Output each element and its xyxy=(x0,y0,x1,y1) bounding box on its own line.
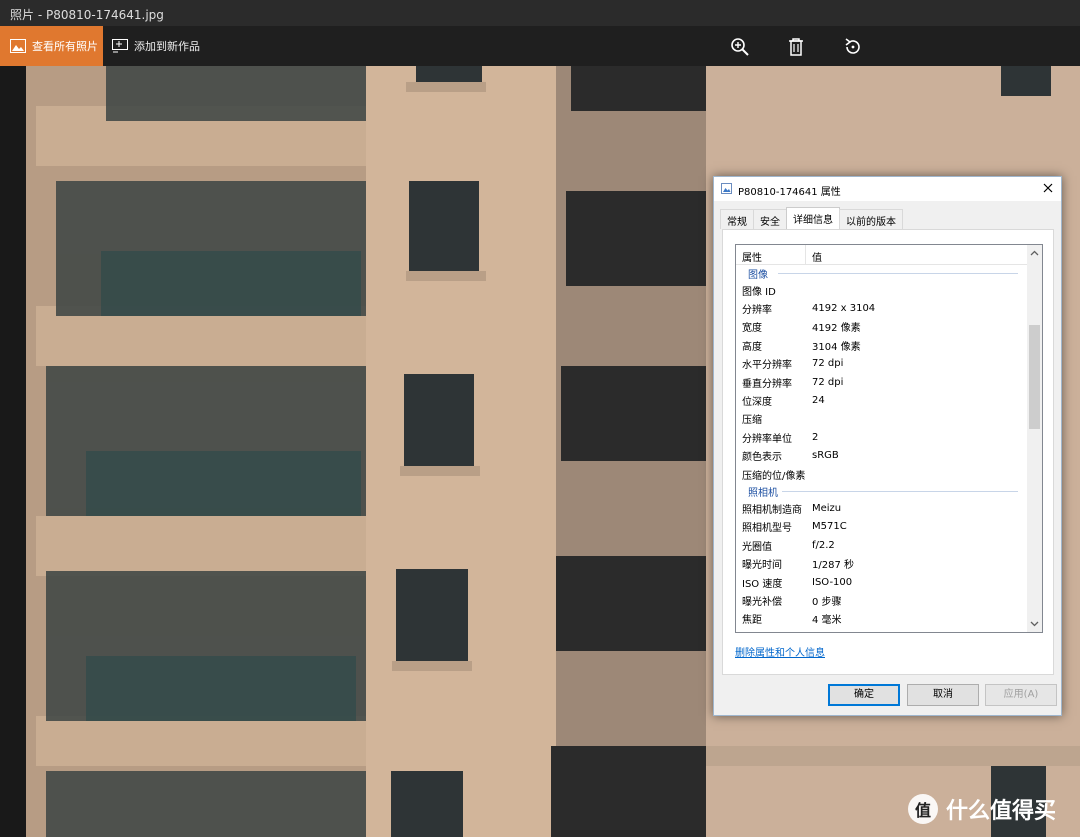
window-titlebar: 照片 - P80810-174641.jpg xyxy=(0,0,1080,26)
group-label: 照相机 xyxy=(748,488,782,500)
list-item[interactable]: 垂直分辨率 72 dpi xyxy=(736,373,1028,391)
add-to-creation-label: 添加到新作品 xyxy=(134,40,200,53)
property-name: 分辨率 xyxy=(742,305,772,317)
property-name: 曝光补偿 xyxy=(742,596,782,608)
list-item[interactable]: 水平分辨率 72 dpi xyxy=(736,355,1028,373)
group-header: 照相机 xyxy=(736,483,1028,500)
property-name: 宽度 xyxy=(742,323,762,335)
list-item[interactable]: 颜色表示 sRGB xyxy=(736,447,1028,465)
photo-icon xyxy=(10,39,26,53)
scroll-up-icon[interactable] xyxy=(1030,249,1039,258)
details-list[interactable]: 属性 值 图像图像 ID 分辨率 4192 x 3104 宽度 4192 像素高度 310… xyxy=(735,244,1043,633)
property-value: 4192 像素 xyxy=(812,323,861,335)
property-name: 分辨率单位 xyxy=(742,433,792,445)
list-item[interactable]: 分辨率 4192 x 3104 xyxy=(736,299,1028,317)
column-header-value[interactable]: 值 xyxy=(806,245,828,264)
group-header: 图像 xyxy=(736,265,1028,281)
property-name: 垂直分辨率 xyxy=(742,378,792,390)
list-item[interactable]: 图像 ID xyxy=(736,281,1028,299)
column-header-property[interactable]: 属性 xyxy=(736,245,806,264)
property-value: 24 xyxy=(812,395,825,407)
property-value: 72 dpi xyxy=(812,376,844,388)
list-item[interactable]: 照相机型号 M571C xyxy=(736,518,1028,536)
delete-icon[interactable] xyxy=(785,36,807,58)
list-item[interactable]: 位深度 24 xyxy=(736,391,1028,409)
property-name: 高度 xyxy=(742,341,762,353)
property-value: ISO-100 xyxy=(812,576,853,588)
property-name: 曝光时间 xyxy=(742,560,782,572)
dialog-tabs: 常规 安全 详细信息 以前的版本 xyxy=(720,207,903,229)
property-name: 照相机制造商 xyxy=(742,504,802,516)
list-item[interactable]: 曝光时间 1/287 秒 xyxy=(736,554,1028,572)
close-icon[interactable] xyxy=(1041,181,1055,195)
property-name: 压缩 xyxy=(742,415,762,427)
property-value: Meizu xyxy=(812,502,842,514)
details-panel: 属性 值 图像图像 ID 分辨率 4192 x 3104 宽度 4192 像素高度 310… xyxy=(722,229,1054,675)
rotate-icon[interactable] xyxy=(842,36,864,58)
property-name: 照相机型号 xyxy=(742,523,792,535)
property-name: 位深度 xyxy=(742,397,772,409)
ok-button[interactable]: 确定 xyxy=(828,684,900,706)
list-item[interactable]: 压缩 xyxy=(736,410,1028,428)
tab-security[interactable]: 安全 xyxy=(753,209,787,229)
tab-details[interactable]: 详细信息 xyxy=(786,207,840,229)
apply-button[interactable]: 应用(A) xyxy=(985,684,1057,706)
property-name: ISO 速度 xyxy=(742,578,783,590)
property-value: 4192 x 3104 xyxy=(812,303,876,315)
property-value: sRGB xyxy=(812,450,839,462)
property-value: 2 xyxy=(812,431,819,443)
property-value: 72 dpi xyxy=(812,358,844,370)
window-title: 照片 - P80810-174641.jpg xyxy=(10,8,164,22)
add-creation-icon xyxy=(112,39,128,53)
properties-dialog: P80810-174641 属性 常规 安全 详细信息 以前的版本 属性 值 图… xyxy=(713,176,1062,716)
list-item[interactable]: 宽度 4192 像素 xyxy=(736,318,1028,336)
remove-properties-link[interactable]: 删除属性和个人信息 xyxy=(735,644,825,659)
property-value: 1/287 秒 xyxy=(812,560,854,572)
watermark-badge: 值 xyxy=(914,801,931,820)
property-value: 4 毫米 xyxy=(812,615,842,627)
view-all-photos-button[interactable]: 查看所有照片 xyxy=(0,26,103,66)
toolbar: 查看所有照片 添加到新作品 xyxy=(0,26,1080,66)
tab-general[interactable]: 常规 xyxy=(720,209,754,229)
property-value: 3104 像素 xyxy=(812,341,861,353)
add-to-creation-button[interactable]: 添加到新作品 xyxy=(112,26,200,66)
tab-previous-versions[interactable]: 以前的版本 xyxy=(839,209,903,229)
list-item[interactable]: 光圈值 f/2.2 xyxy=(736,536,1028,554)
cancel-button[interactable]: 取消 xyxy=(907,684,979,706)
zoom-in-icon[interactable] xyxy=(729,36,751,58)
list-item[interactable]: 压缩的位/像素 xyxy=(736,465,1028,483)
watermark-text: 什么值得买 xyxy=(946,799,1057,824)
list-item[interactable]: ISO 速度 ISO-100 xyxy=(736,573,1028,591)
list-item[interactable]: 焦距 4 毫米 xyxy=(736,610,1028,628)
property-value: 0 步骤 xyxy=(812,596,842,608)
property-name: 图像 ID xyxy=(742,286,776,298)
watermark-logo: 值 xyxy=(908,794,938,824)
list-item[interactable]: 照相机制造商 Meizu xyxy=(736,499,1028,517)
property-name: 光圈值 xyxy=(742,541,772,553)
property-name: 焦距 xyxy=(742,615,762,627)
canvas-margin xyxy=(0,66,26,837)
view-all-photos-label: 查看所有照片 xyxy=(32,40,98,53)
vertical-scrollbar[interactable] xyxy=(1027,245,1042,632)
list-item[interactable]: 高度 3104 像素 xyxy=(736,336,1028,354)
property-value: f/2.2 xyxy=(812,539,835,551)
list-header: 属性 值 xyxy=(736,245,1028,265)
property-name: 水平分辨率 xyxy=(742,360,792,372)
image-file-icon xyxy=(721,183,732,194)
dialog-title: P80810-174641 属性 xyxy=(738,187,841,198)
property-name: 压缩的位/像素 xyxy=(742,470,806,482)
scrollbar-thumb[interactable] xyxy=(1029,325,1040,429)
list-item[interactable]: 曝光补偿 0 步骤 xyxy=(736,591,1028,609)
group-label: 图像 xyxy=(748,270,772,281)
dialog-titlebar: P80810-174641 属性 xyxy=(714,177,1061,201)
property-value: M571C xyxy=(812,521,847,533)
watermark: 值 什么值得买 xyxy=(908,793,1056,825)
list-item[interactable]: 分辨率单位 2 xyxy=(736,428,1028,446)
scroll-down-icon[interactable] xyxy=(1030,619,1039,628)
list-rows: 图像图像 ID 分辨率 4192 x 3104 宽度 4192 像素高度 3104 像素水… xyxy=(736,265,1028,628)
property-name: 颜色表示 xyxy=(742,452,782,464)
